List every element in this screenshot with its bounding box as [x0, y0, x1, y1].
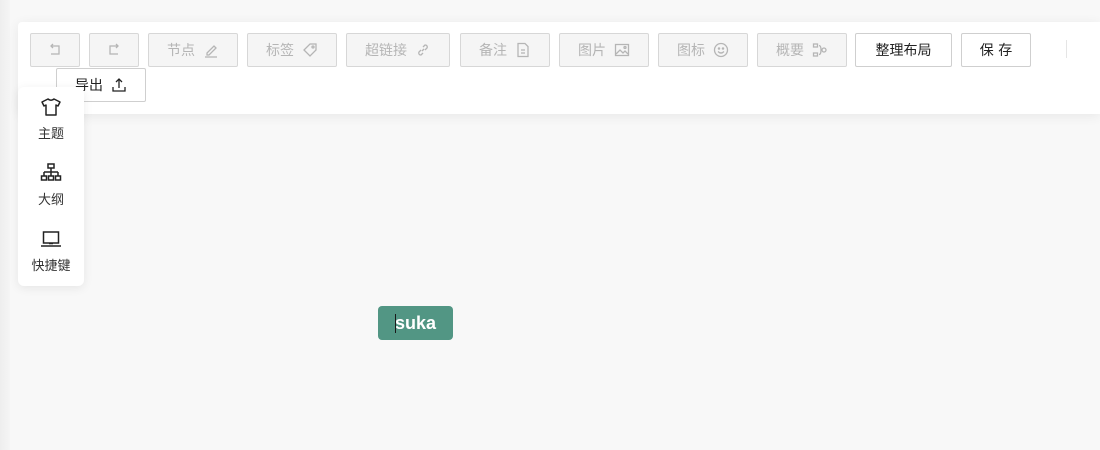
outline-tree-icon: [40, 162, 62, 184]
redo-icon: [106, 42, 122, 58]
tshirt-icon: [40, 96, 62, 118]
arrange-layout-button-label: 整理布局: [875, 43, 932, 59]
summary-button-label: 概要: [776, 43, 804, 59]
arrange-layout-button[interactable]: 整理布局: [855, 33, 952, 67]
image-button-label: 图片: [578, 43, 606, 59]
note-button-label: 备注: [479, 43, 507, 59]
save-button-label: 保 存: [979, 43, 1013, 59]
tag-icon: [302, 42, 318, 58]
summary-icon: [812, 42, 828, 58]
side-panel: 主题 大纲 快捷键: [18, 87, 84, 286]
image-icon: [614, 42, 630, 58]
sidebar-item-theme[interactable]: 主题: [18, 87, 84, 147]
summary-button[interactable]: 概要: [757, 33, 847, 67]
text-cursor: [395, 314, 396, 333]
sidebar-item-outline[interactable]: 大纲: [18, 153, 84, 213]
root-node[interactable]: suka: [378, 306, 453, 340]
sidebar-item-shortcuts[interactable]: 快捷键: [18, 219, 84, 279]
smiley-icon: [713, 42, 729, 58]
icon-button[interactable]: 图标: [658, 33, 748, 67]
redo-button[interactable]: [89, 33, 139, 67]
link-icon: [415, 42, 431, 58]
image-button[interactable]: 图片: [559, 33, 649, 67]
left-edge-panel: [0, 0, 10, 450]
sidebar-item-label: 快捷键: [31, 259, 71, 274]
undo-icon: [47, 42, 63, 58]
export-icon: [111, 77, 127, 93]
document-icon: [515, 42, 531, 58]
sidebar-item-label: 大纲: [37, 193, 64, 208]
sidebar-item-label: 主题: [37, 127, 64, 142]
laptop-icon: [40, 228, 62, 250]
save-button[interactable]: 保 存: [961, 33, 1031, 67]
icon-button-label: 图标: [677, 43, 705, 59]
tag-button[interactable]: 标签: [247, 33, 337, 67]
pencil-icon: [203, 42, 219, 58]
undo-button[interactable]: [30, 33, 80, 67]
tag-button-label: 标签: [266, 43, 294, 59]
node-button[interactable]: 节点: [148, 33, 238, 67]
root-node-text[interactable]: suka: [395, 313, 436, 334]
toolbar-divider: [1066, 40, 1067, 58]
hyperlink-button[interactable]: 超链接: [346, 33, 450, 67]
note-button[interactable]: 备注: [460, 33, 550, 67]
hyperlink-button-label: 超链接: [365, 43, 407, 59]
node-button-label: 节点: [167, 43, 195, 59]
toolbar: 节点 标签 超链接 备注 图片 图标 概要 整理布局 保 存 导出: [18, 22, 1100, 114]
